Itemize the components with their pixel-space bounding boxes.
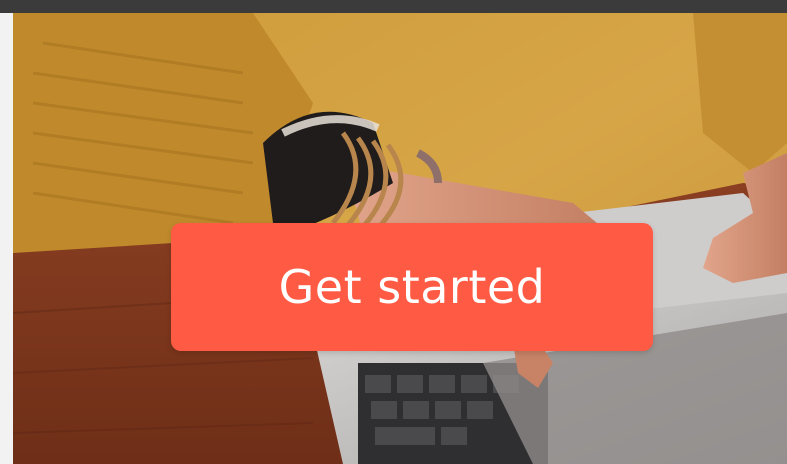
- get-started-button[interactable]: Get started: [171, 223, 653, 351]
- hero-banner: Get started: [13, 13, 787, 464]
- window-top-bar: [0, 0, 787, 13]
- page-left-edge: [0, 13, 13, 464]
